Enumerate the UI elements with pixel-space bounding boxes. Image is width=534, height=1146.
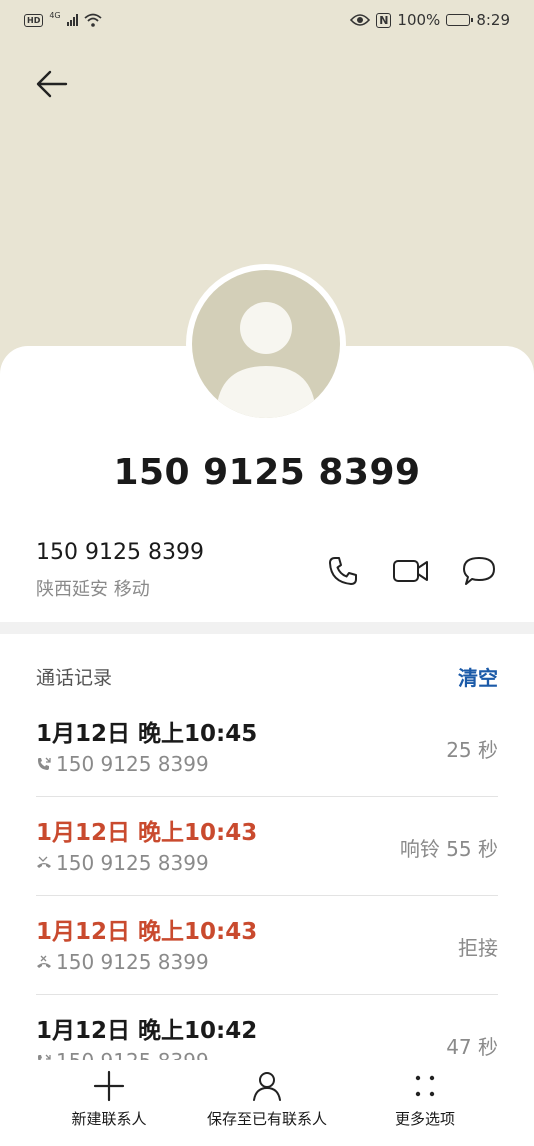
call-date: 1月12日 晚上10:42 <box>36 1018 258 1044</box>
video-icon <box>393 560 428 582</box>
call-number: 150 9125 8399 <box>56 1049 209 1060</box>
outgoing-call-icon <box>38 757 51 770</box>
status-right: N 100% 8:29 <box>350 11 510 29</box>
missed-call-icon <box>37 856 51 868</box>
battery-percent: 100% <box>397 11 441 29</box>
eye-icon <box>350 14 371 26</box>
new-contact-button[interactable]: 新建联系人 <box>34 1070 184 1146</box>
call-duration: 47 秒 <box>446 1035 498 1059</box>
outgoing-call-icon <box>38 1054 51 1060</box>
contact-actions <box>324 552 498 590</box>
default-avatar-icon <box>192 270 340 418</box>
clear-button[interactable]: 清空 <box>458 662 498 691</box>
new-contact-label: 新建联系人 <box>71 1110 147 1128</box>
call-log-item[interactable]: 1月12日 晚上10:45 150 9125 8399 25 秒 <box>36 698 498 797</box>
wifi-icon <box>84 13 102 27</box>
save-to-existing-button[interactable]: 保存至已有联系人 <box>192 1070 342 1146</box>
network-type: 4G <box>49 10 61 20</box>
more-options-button[interactable]: 更多选项 <box>350 1070 500 1146</box>
nfc-icon: N <box>376 12 392 28</box>
call-number: 150 9125 8399 <box>56 950 209 974</box>
status-bar: HD 4G N 100% 8:29 <box>0 0 534 40</box>
more-options-label: 更多选项 <box>394 1110 455 1128</box>
call-date: 1月12日 晚上10:43 <box>36 919 258 945</box>
call-number-row: 150 9125 8399 <box>36 752 209 776</box>
bottom-toolbar: 新建联系人 保存至已有联系人 更多选项 <box>0 1062 534 1146</box>
avatar[interactable] <box>186 264 346 424</box>
video-call-button[interactable] <box>392 552 430 590</box>
call-log-item[interactable]: 1月12日 晚上10:42 150 9125 8399 47 秒 <box>36 995 498 1060</box>
call-log-header: 通话记录 清空 <box>36 662 498 691</box>
call-status: 拒接 <box>458 936 498 960</box>
clock: 8:29 <box>476 11 510 29</box>
plus-icon <box>93 1070 125 1102</box>
call-date: 1月12日 晚上10:43 <box>36 820 258 846</box>
call-date: 1月12日 晚上10:45 <box>36 721 258 747</box>
call-log-title: 通话记录 <box>36 667 113 689</box>
call-button[interactable] <box>324 552 362 590</box>
section-divider <box>0 622 534 634</box>
call-duration: 25 秒 <box>446 738 498 762</box>
call-log-item[interactable]: 1月12日 晚上10:43 150 9125 8399 响铃 55 秒 <box>36 797 498 896</box>
call-number-row: 150 9125 8399 <box>36 851 209 875</box>
call-log-list: 1月12日 晚上10:45 150 9125 8399 25 秒 1月12日 晚… <box>36 698 498 1060</box>
message-button[interactable] <box>460 552 498 590</box>
call-number: 150 9125 8399 <box>56 851 209 875</box>
contact-title: 150 9125 8399 <box>113 452 421 493</box>
call-duration: 响铃 55 秒 <box>399 837 498 861</box>
battery-icon <box>446 14 474 26</box>
hd-badge: HD <box>24 13 44 27</box>
signal-icon <box>66 14 78 26</box>
more-dots-icon <box>415 1075 435 1097</box>
phone-row: 150 9125 8399 陕西延安 移动 <box>36 540 498 610</box>
person-icon <box>253 1072 281 1101</box>
phone-icon <box>329 557 357 585</box>
save-to-existing-label: 保存至已有联系人 <box>206 1110 327 1128</box>
arrow-left-icon <box>36 70 68 98</box>
call-log-item[interactable]: 1月12日 晚上10:43 150 9125 8399 拒接 <box>36 896 498 995</box>
rejected-call-icon <box>37 955 51 968</box>
call-number: 150 9125 8399 <box>56 752 209 776</box>
back-button[interactable] <box>30 64 74 104</box>
message-icon <box>463 557 495 585</box>
call-number-row: 150 9125 8399 <box>36 1049 209 1060</box>
call-number-row: 150 9125 8399 <box>36 950 209 974</box>
status-left: HD 4G <box>24 10 102 27</box>
